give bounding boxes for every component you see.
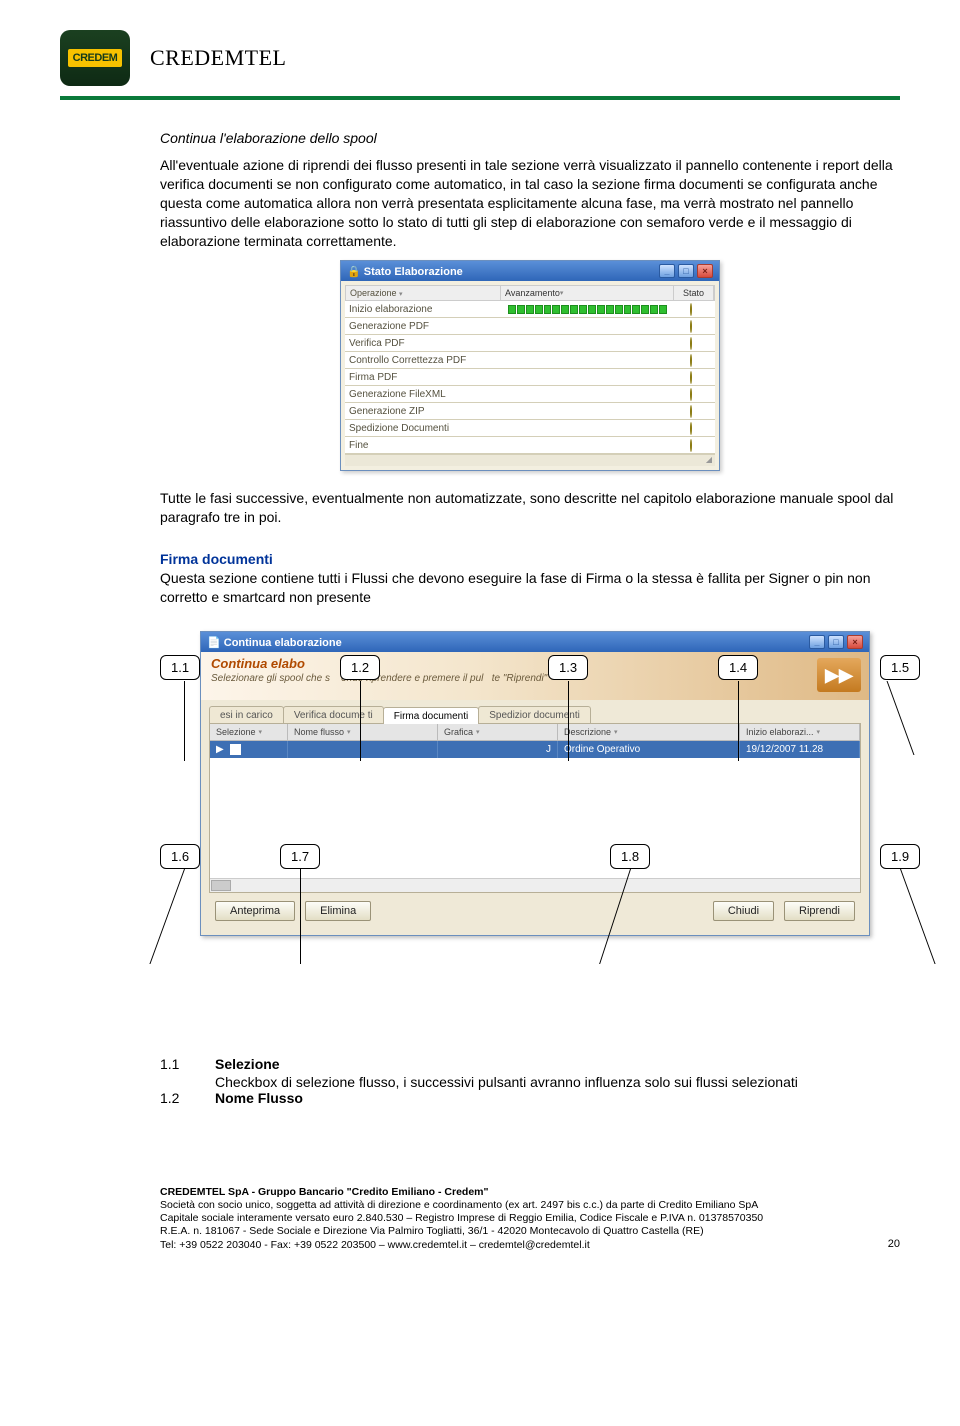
horizontal-scrollbar[interactable] bbox=[210, 878, 860, 892]
tab-verifica-documenti[interactable]: Verifica docume ti bbox=[283, 706, 384, 723]
stato-elaborazione-window: 🔒 Stato Elaborazione _ □ × Operazione ▾ … bbox=[340, 260, 720, 471]
stato-row: Inizio elaborazione bbox=[345, 301, 715, 318]
anteprima-button[interactable]: Anteprima bbox=[215, 901, 295, 921]
definition-1-2: 1.2 Nome Flusso bbox=[160, 1090, 900, 1106]
logo-text: CREDEM bbox=[68, 49, 123, 67]
footer-line: Società con socio unico, soggetta ad att… bbox=[160, 1199, 870, 1212]
definition-1-1-text: Checkbox di selezione flusso, i successi… bbox=[160, 1074, 900, 1090]
close-icon[interactable]: × bbox=[847, 635, 863, 649]
footer-line: Tel: +39 0522 203040 - Fax: +39 0522 203… bbox=[160, 1239, 870, 1252]
stato-row: Spedizione Documenti bbox=[345, 420, 715, 437]
stato-row: Generazione FileXML bbox=[345, 386, 715, 403]
cell-grafica: J bbox=[438, 741, 558, 758]
section-heading-firma: Firma documenti bbox=[160, 551, 900, 567]
minimize-icon[interactable]: _ bbox=[809, 635, 825, 649]
section-paragraph: Questa sezione contiene tutti i Flussi c… bbox=[160, 569, 900, 607]
stato-row: Generazione PDF bbox=[345, 318, 715, 335]
section-subhead: Continua l'elaborazione dello spool bbox=[160, 130, 900, 146]
row-indicator-icon: ▶ bbox=[216, 744, 224, 755]
stato-titlebar: 🔒 Stato Elaborazione _ □ × bbox=[341, 261, 719, 281]
cell-inizio: 19/12/2007 11.28 bbox=[740, 741, 860, 758]
callout-1-4: 1.4 bbox=[718, 655, 758, 680]
status-led-icon bbox=[690, 371, 692, 384]
table-row[interactable]: ▶ J Ordine Operativo 19/12/2007 11.28 bbox=[210, 741, 860, 758]
status-led-icon bbox=[690, 422, 692, 435]
elimina-button[interactable]: Elimina bbox=[305, 901, 371, 921]
banner-forward-icon: ▶▶ bbox=[817, 658, 861, 692]
col-selezione[interactable]: Selezione▾ bbox=[210, 724, 288, 740]
footer-line: R.E.A. n. 181067 - Sede Sociale e Direzi… bbox=[160, 1225, 870, 1238]
callout-1-6: 1.6 bbox=[160, 844, 200, 869]
tab-presi-incarico[interactable]: esi in carico bbox=[209, 706, 284, 723]
col-grafica[interactable]: Grafica▾ bbox=[438, 724, 558, 740]
cell-descrizione: Ordine Operativo bbox=[558, 741, 740, 758]
riprendi-button[interactable]: Riprendi bbox=[784, 901, 855, 921]
section-paragraph: All'eventuale azione di riprendi dei flu… bbox=[160, 156, 900, 250]
status-led-icon bbox=[690, 354, 692, 367]
banner-subtitle: Selezionare gli spool che s ende riprend… bbox=[211, 673, 859, 684]
stato-row: Verifica PDF bbox=[345, 335, 715, 352]
maximize-icon[interactable]: □ bbox=[678, 264, 694, 278]
page-number: 20 bbox=[888, 1238, 900, 1252]
stato-row: Controllo Correttezza PDF bbox=[345, 352, 715, 369]
footer-line: Capitale sociale interamente versato eur… bbox=[160, 1212, 870, 1225]
continua-titlebar: 📄 Continua elaborazione _ □ × bbox=[201, 632, 869, 652]
callout-1-8: 1.8 bbox=[610, 844, 650, 869]
status-led-icon bbox=[690, 320, 692, 333]
cell-nome bbox=[288, 741, 438, 758]
stato-title: 🔒 Stato Elaborazione bbox=[347, 265, 463, 278]
status-led-icon bbox=[690, 439, 692, 452]
status-led-icon bbox=[690, 405, 692, 418]
status-led-icon bbox=[690, 388, 692, 401]
banner-title: Continua elabo bbox=[211, 656, 859, 671]
callout-1-7: 1.7 bbox=[280, 844, 320, 869]
progress-bar bbox=[508, 305, 667, 314]
logo: CREDEM bbox=[60, 30, 130, 86]
brand-name: CREDEMTEL bbox=[150, 45, 287, 71]
col-stato: Stato bbox=[674, 286, 714, 300]
continua-banner: Continua elabo Selezionare gli spool che… bbox=[201, 652, 869, 700]
close-icon[interactable]: × bbox=[697, 264, 713, 278]
continua-window-annotated: 1.1 1.2 1.3 1.4 1.5 1.6 1.7 1.8 1.9 📄 Co… bbox=[160, 631, 900, 936]
col-operazione: Operazione ▾ bbox=[346, 286, 501, 300]
chiudi-button[interactable]: Chiudi bbox=[713, 901, 774, 921]
callout-1-3: 1.3 bbox=[548, 655, 588, 680]
continua-title: 📄 Continua elaborazione bbox=[207, 636, 342, 649]
mid-paragraph: Tutte le fasi successive, eventualmente … bbox=[160, 489, 900, 527]
status-led-icon bbox=[690, 337, 692, 350]
footer-line: CREDEMTEL SpA - Gruppo Bancario "Credito… bbox=[160, 1186, 489, 1198]
col-descrizione[interactable]: Descrizione▾ bbox=[558, 724, 740, 740]
resize-grip-icon[interactable]: ◢ bbox=[345, 454, 715, 466]
col-nome-flusso[interactable]: Nome flusso▾ bbox=[288, 724, 438, 740]
stato-row: Firma PDF bbox=[345, 369, 715, 386]
header-rule bbox=[60, 96, 900, 100]
definition-1-1: 1.1 Selezione bbox=[160, 1056, 900, 1072]
page-header: CREDEM CREDEMTEL bbox=[60, 30, 900, 86]
row-checkbox[interactable] bbox=[230, 744, 241, 755]
page-footer: CREDEMTEL SpA - Gruppo Bancario "Credito… bbox=[60, 1186, 900, 1252]
callout-1-9: 1.9 bbox=[880, 844, 920, 869]
col-inizio[interactable]: Inizio elaborazi...▾ bbox=[740, 724, 860, 740]
tab-firma-documenti[interactable]: Firma documenti bbox=[383, 707, 479, 724]
stato-row: Fine bbox=[345, 437, 715, 454]
tab-spedizione-documenti[interactable]: Spedizior documenti bbox=[478, 706, 591, 723]
col-avanzamento: Avanzamento ▾ bbox=[501, 286, 674, 300]
minimize-icon[interactable]: _ bbox=[659, 264, 675, 278]
callout-1-5: 1.5 bbox=[880, 655, 920, 680]
maximize-icon[interactable]: □ bbox=[828, 635, 844, 649]
callout-1-2: 1.2 bbox=[340, 655, 380, 680]
stato-row: Generazione ZIP bbox=[345, 403, 715, 420]
callout-1-1: 1.1 bbox=[160, 655, 200, 680]
status-led-icon bbox=[690, 303, 692, 316]
